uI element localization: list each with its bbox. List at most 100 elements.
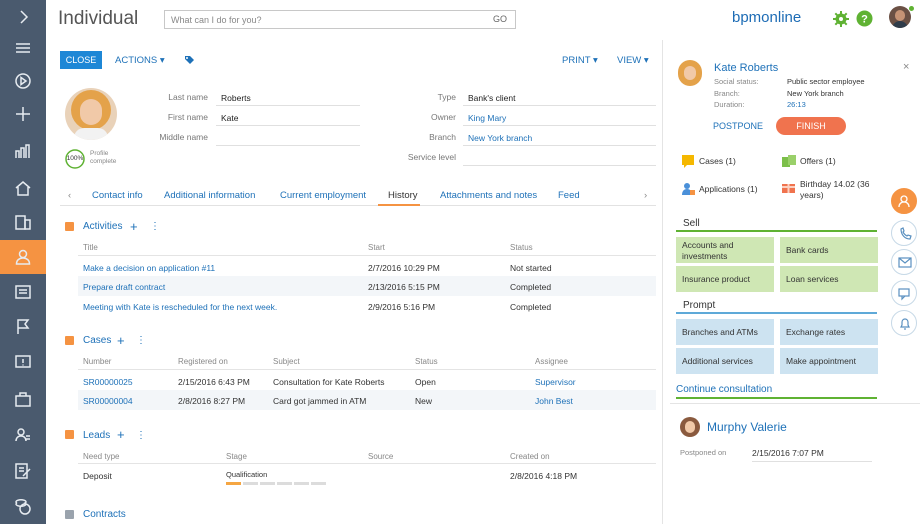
home-icon[interactable] xyxy=(0,171,46,205)
activities-col-title: Title xyxy=(83,243,98,252)
user-avatar[interactable] xyxy=(889,6,911,28)
tab-current-employment[interactable]: Current employment xyxy=(280,190,366,201)
last-name-field[interactable]: Roberts xyxy=(216,90,360,106)
continue-consultation-link[interactable]: Continue consultation xyxy=(676,384,772,395)
prompt-tile-exchange[interactable]: Exchange rates xyxy=(780,319,878,345)
postponed-on-label: Postponed on xyxy=(680,448,727,457)
tab-feed[interactable]: Feed xyxy=(558,190,580,201)
page-title: Individual xyxy=(58,8,139,29)
panel-offers-count[interactable]: Offers (1) xyxy=(800,156,836,166)
postpone-button[interactable]: POSTPONE xyxy=(713,121,763,131)
users-icon[interactable] xyxy=(0,418,46,452)
activity-title[interactable]: Meeting with Kate is rescheduled for the… xyxy=(83,302,277,312)
panel-applications-count[interactable]: Applications (1) xyxy=(699,184,758,194)
alert-icon[interactable] xyxy=(0,346,46,380)
case-status: New xyxy=(415,396,433,406)
chart-icon[interactable] xyxy=(0,134,46,168)
prompt-tile-appointment[interactable]: Make appointment xyxy=(780,348,878,374)
activity-title[interactable]: Prepare draft contract xyxy=(83,282,165,292)
middle-name-field[interactable] xyxy=(216,130,360,146)
activities-more-icon[interactable]: ⋮ xyxy=(150,221,160,232)
leads-more-icon[interactable]: ⋮ xyxy=(136,430,146,441)
coins-icon[interactable] xyxy=(0,490,46,524)
menu-icon[interactable] xyxy=(0,31,46,65)
sell-tile-accounts[interactable]: Accounts and investments xyxy=(676,237,774,263)
stage-segment xyxy=(243,482,258,485)
go-button[interactable]: GO xyxy=(493,14,507,24)
case-registered: 2/8/2016 8:27 PM xyxy=(178,396,246,406)
action-panel-chat-button[interactable] xyxy=(891,280,917,306)
edit-icon[interactable] xyxy=(0,454,46,488)
contracts-collapse-icon[interactable] xyxy=(65,510,74,519)
case-number[interactable]: SR00000004 xyxy=(83,396,133,406)
cases-more-icon[interactable]: ⋮ xyxy=(136,335,146,346)
command-search-input[interactable]: What can I do for you? GO xyxy=(164,10,516,29)
activity-status: Not started xyxy=(510,263,552,273)
action-panel-notifications-button[interactable] xyxy=(891,310,917,336)
first-name-field[interactable]: Kate xyxy=(216,110,360,126)
contact-photo[interactable] xyxy=(65,88,117,140)
type-field[interactable]: Bank's client xyxy=(463,90,656,106)
branch-label: Branch xyxy=(429,132,456,142)
action-panel-email-button[interactable] xyxy=(891,249,917,275)
action-panel-contacts-button[interactable] xyxy=(891,188,917,214)
tab-attachments-and-notes[interactable]: Attachments and notes xyxy=(440,190,537,201)
case-assignee[interactable]: John Best xyxy=(535,396,573,406)
activities-add-icon[interactable]: + xyxy=(130,219,138,234)
sell-tile-loan[interactable]: Loan services xyxy=(780,266,878,292)
print-menu[interactable]: PRINT ▾ xyxy=(562,55,598,66)
finish-button[interactable]: FINISH xyxy=(776,117,846,135)
accounts-icon[interactable] xyxy=(0,205,46,239)
play-icon[interactable] xyxy=(0,64,46,98)
case-number[interactable]: SR00000025 xyxy=(83,377,133,387)
panel-cases-count[interactable]: Cases (1) xyxy=(699,156,736,166)
second-contact-name[interactable]: Murphy Valerie xyxy=(707,420,787,434)
actions-menu[interactable]: ACTIONS ▾ xyxy=(115,55,165,66)
middle-name-label: Middle name xyxy=(159,132,208,142)
close-panel-icon[interactable]: × xyxy=(903,61,909,73)
cases-collapse-icon[interactable] xyxy=(65,336,74,345)
prompt-tile-additional[interactable]: Additional services xyxy=(676,348,774,374)
action-panel-phone-button[interactable] xyxy=(891,220,917,246)
panel-contact-name[interactable]: Kate Roberts xyxy=(714,62,778,74)
owner-field[interactable]: King Mary xyxy=(463,110,656,126)
tab-contact-info[interactable]: Contact info xyxy=(92,190,143,201)
tab-additional-information[interactable]: Additional information xyxy=(164,190,255,201)
leads-title: Leads xyxy=(83,430,111,441)
tabs-next-arrow[interactable]: › xyxy=(644,190,647,201)
close-button[interactable]: CLOSE xyxy=(60,51,102,69)
settings-gear-icon[interactable] xyxy=(833,11,849,27)
cases-col-status: Status xyxy=(415,357,438,366)
view-menu[interactable]: VIEW ▾ xyxy=(617,55,649,66)
case-assignee[interactable]: Supervisor xyxy=(535,377,576,387)
tabs-prev-arrow[interactable]: ‹ xyxy=(68,190,71,201)
activity-title[interactable]: Make a decision on application #11 xyxy=(83,263,215,273)
activities-collapse-icon[interactable] xyxy=(65,222,74,231)
contacts-icon[interactable] xyxy=(0,240,46,274)
sell-tile-insurance[interactable]: Insurance product xyxy=(676,266,774,292)
cases-icon[interactable] xyxy=(0,382,46,416)
cases-col-number: Number xyxy=(83,357,112,366)
activities-title: Activities xyxy=(83,221,123,232)
documents-icon[interactable] xyxy=(0,275,46,309)
flag-icon[interactable] xyxy=(0,310,46,344)
top-bar: Individual What can I do for you? GO bpm… xyxy=(46,0,920,40)
cases-add-icon[interactable]: + xyxy=(117,333,125,348)
activity-start: 2/13/2016 5:15 PM xyxy=(368,282,440,292)
service-level-field[interactable] xyxy=(463,150,656,166)
sell-divider xyxy=(676,230,877,232)
help-icon[interactable]: ? xyxy=(856,10,873,27)
tag-icon[interactable] xyxy=(184,55,195,65)
continue-divider xyxy=(676,397,877,399)
leads-collapse-icon[interactable] xyxy=(65,430,74,439)
sell-tile-bank-cards[interactable]: Bank cards xyxy=(780,237,878,263)
tab-history[interactable]: History xyxy=(378,190,420,206)
collapse-chevron-icon[interactable] xyxy=(0,0,46,34)
branch-field[interactable]: New York branch xyxy=(463,130,656,146)
leads-add-icon[interactable]: + xyxy=(117,427,125,442)
case-subject: Card got jammed in ATM xyxy=(273,396,367,406)
activity-status: Completed xyxy=(510,302,552,312)
email-icon xyxy=(898,257,912,268)
plus-icon[interactable] xyxy=(0,97,46,131)
prompt-tile-branches[interactable]: Branches and ATMs xyxy=(676,319,774,345)
